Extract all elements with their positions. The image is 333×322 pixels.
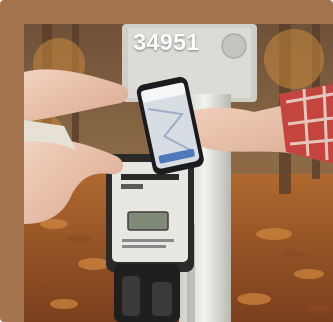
photo-caption-number: 34951	[133, 29, 200, 55]
photo-card[interactable]: 34951	[0, 0, 333, 322]
charger-photo	[24, 24, 333, 322]
